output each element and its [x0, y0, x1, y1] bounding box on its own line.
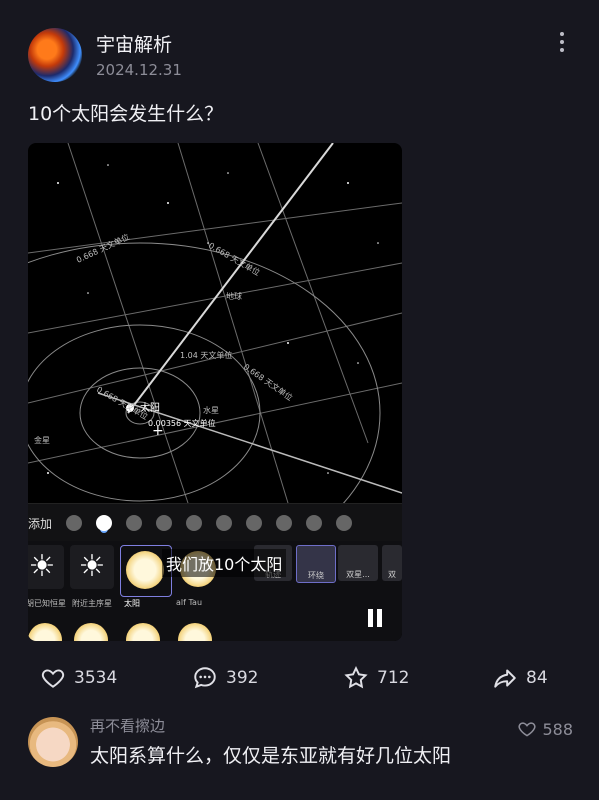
binary-label-2: 双	[388, 570, 396, 579]
share-button[interactable]: 84	[492, 665, 548, 691]
planet-tab-icon[interactable]	[126, 515, 143, 531]
teapot-tab-icon[interactable]	[216, 515, 233, 531]
pause-icon[interactable]	[368, 609, 386, 627]
heart-icon	[518, 722, 536, 737]
tile-label-2: 附近主序星	[72, 599, 112, 608]
sun-glow	[126, 551, 164, 589]
comment-like-button[interactable]: 588	[517, 719, 573, 739]
binary-label: 双星...	[346, 570, 370, 579]
moon-tab-icon[interactable]	[156, 515, 173, 531]
sun-label: 太阳	[140, 401, 160, 414]
search-icon[interactable]	[306, 515, 323, 531]
au-label-4: 0.668 天文单位	[242, 361, 295, 402]
binary-button[interactable]: 双星...	[338, 545, 378, 581]
tile-main-sequence[interactable]: ☀	[70, 545, 114, 589]
star-map: 0.668 天文单位 0.668 天文单位 1.04 天文单位 0.668 天文…	[28, 143, 402, 503]
mercury-label: 水星	[203, 405, 219, 415]
comment-like-count: 588	[542, 719, 573, 739]
sun-tab-icon[interactable]	[96, 515, 113, 531]
sun-icon: ☀	[78, 549, 106, 584]
chevron-right-icon[interactable]	[276, 515, 293, 531]
video-player[interactable]: 0.668 天文单位 0.668 天文单位 1.04 天文单位 0.668 天文…	[28, 143, 402, 641]
action-bar: 3534 392 712 84	[40, 665, 560, 695]
commenter-name[interactable]: 再不看擦边	[90, 715, 165, 736]
earth-label: 地球	[226, 291, 242, 301]
tile-known-stars[interactable]: ☀	[28, 545, 64, 589]
orbit-label: 环绕	[308, 571, 324, 580]
commenter-avatar[interactable]	[28, 717, 78, 767]
heart-icon	[41, 669, 65, 688]
post-date: 2024.12.31	[96, 61, 182, 79]
tile-label-3: 太阳	[124, 599, 140, 608]
post-header: 宇宙解析 2024.12.31	[28, 24, 579, 84]
video-caption: 我们放10个太阳	[162, 549, 287, 577]
comment-button[interactable]: 392	[192, 665, 258, 691]
stellarium-toolbar: 添加	[28, 503, 402, 542]
favorite-button[interactable]: 712	[343, 665, 409, 691]
comment-text: 太阳系算什么，仅仅是东亚就有好几位太阳	[90, 745, 452, 767]
tile-label-1: 胡已知恒星	[28, 599, 66, 608]
author-avatar[interactable]	[28, 28, 82, 82]
crosshair-icon: +	[152, 423, 164, 439]
top-comment: 再不看擦边 太阳系算什么，仅仅是东亚就有好几位太阳 588	[28, 715, 573, 775]
share-icon	[494, 669, 516, 688]
comet-tab-icon[interactable]	[186, 515, 203, 531]
like-count: 3534	[74, 668, 118, 688]
star-icon	[344, 666, 368, 689]
author-name[interactable]: 宇宙解析	[96, 30, 172, 57]
sun-icon: ☀	[28, 549, 56, 584]
chevron-down-icon[interactable]	[336, 515, 353, 531]
binary-button-2[interactable]: 双	[382, 545, 402, 581]
add-label[interactable]: 添加	[28, 515, 52, 532]
orbit-button[interactable]: 环绕	[296, 545, 336, 583]
toolbar-icon-1[interactable]	[66, 515, 83, 531]
comment-icon	[194, 667, 216, 689]
galaxy-tab-icon[interactable]	[246, 515, 263, 531]
share-count: 84	[526, 668, 548, 688]
comment-count: 392	[226, 668, 259, 688]
au-label-3: 1.04 天文单位	[180, 350, 232, 360]
like-button[interactable]: 3534	[40, 665, 117, 691]
post-text: 10个太阳会发生什么？	[28, 103, 224, 125]
more-options-icon[interactable]	[557, 28, 567, 58]
tile-label-4: alf Tau	[176, 598, 203, 607]
favorite-count: 712	[377, 668, 410, 688]
venus-label: 金星	[34, 435, 50, 445]
